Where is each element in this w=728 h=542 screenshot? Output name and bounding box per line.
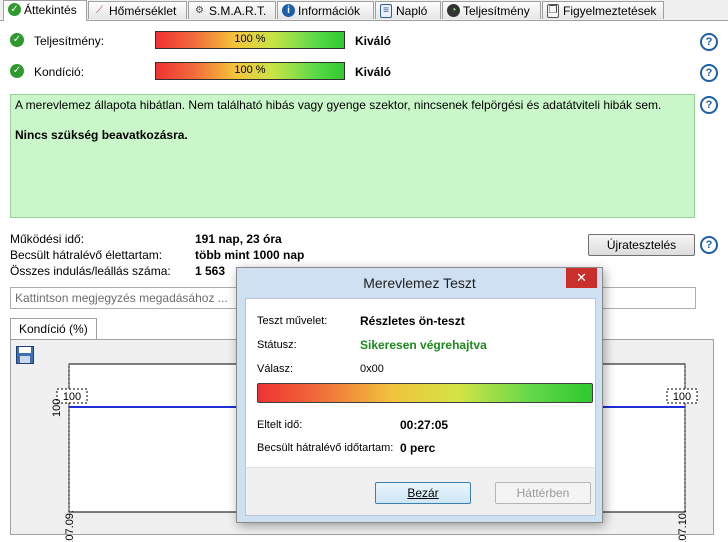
disk-test-dialog: Merevlemez Teszt ✕ Teszt művelet: Részle… [236,267,603,523]
data-label: 100 [63,391,81,403]
remaining-time-label: Becsült hátralévő időtartam: [257,442,394,454]
elapsed-value: 00:27:05 [400,418,449,432]
test-operation-label: Teszt művelet: [257,315,328,327]
status-value: Sikeresen végrehajtva [360,338,487,352]
dialog-footer: Bezár Háttérben [245,467,596,516]
answer-label: Válasz: [257,363,294,375]
x-tick-label: 2013.07.09. [64,510,76,542]
remaining-time-value: 0 perc [400,441,436,455]
close-icon[interactable]: ✕ [566,268,597,288]
dialog-body: Teszt művelet: Részletes ön-teszt Státus… [245,298,596,468]
data-label: 100 [673,391,691,403]
close-button-label: Bezár [407,486,439,500]
test-progress-bar [257,383,593,403]
elapsed-label: Eltelt idő: [257,419,303,431]
x-tick-label: 2013.07.10. [677,510,689,542]
y-tick-label: 100 [51,399,63,417]
close-button[interactable]: Bezár [375,482,471,504]
background-button[interactable]: Háttérben [495,482,591,504]
dialog-title: Merevlemez Teszt [363,275,476,291]
test-operation-value: Részletes ön-teszt [360,314,465,328]
status-label: Státusz: [257,339,297,351]
answer-value: 0x00 [360,363,384,375]
